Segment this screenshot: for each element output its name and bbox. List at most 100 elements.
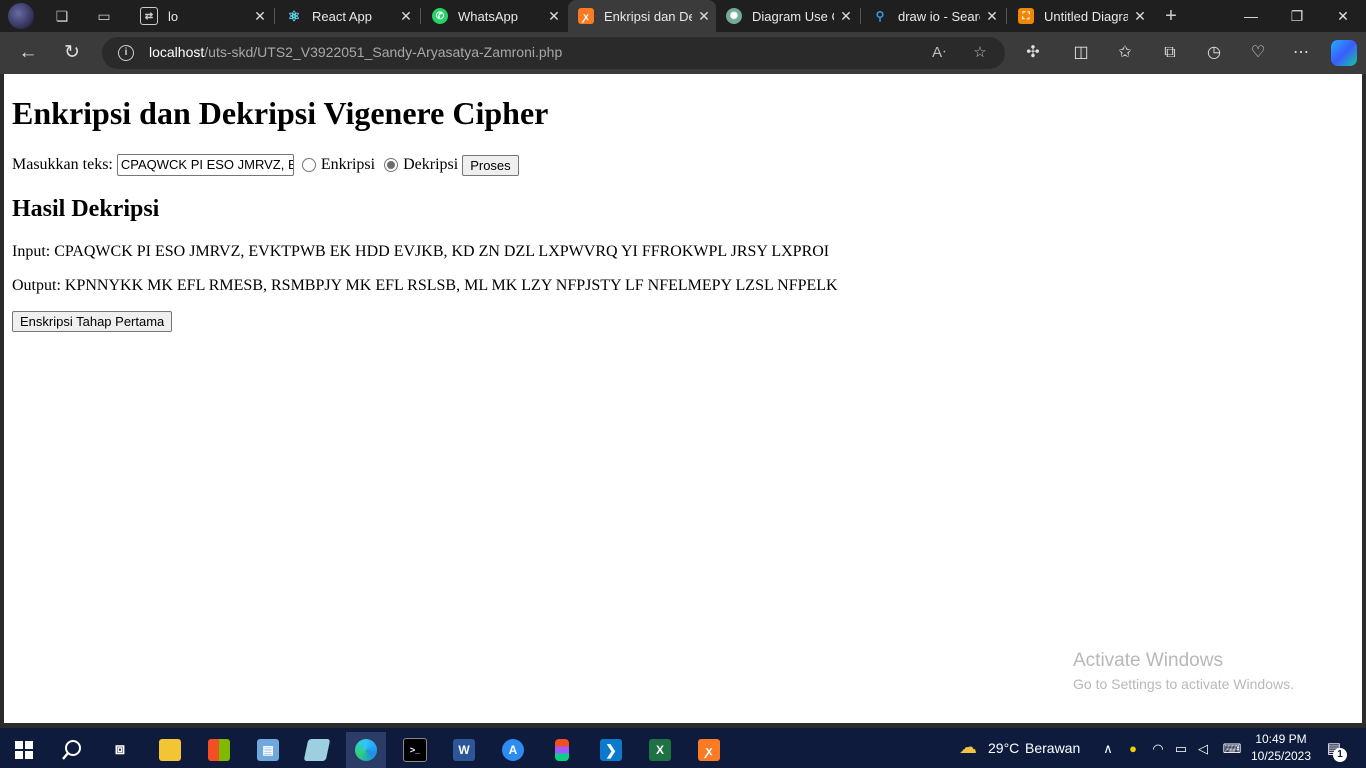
tab-title: Enkripsi dan Dekripsi bbox=[604, 8, 692, 24]
folder-icon bbox=[159, 739, 181, 761]
tab-enkripsi[interactable]: ꭗ Enkripsi dan Dekripsi ✕ bbox=[568, 0, 716, 32]
close-icon[interactable]: ✕ bbox=[980, 8, 1004, 25]
close-icon[interactable]: ✕ bbox=[248, 8, 272, 25]
radio-decrypt[interactable] bbox=[384, 158, 399, 172]
taskbar-figma[interactable] bbox=[542, 732, 582, 768]
tab-title: Diagram Use Case bbox=[752, 8, 834, 24]
close-icon[interactable]: ✕ bbox=[394, 8, 418, 25]
keyboard-icon[interactable]: ⌨ bbox=[1220, 740, 1244, 758]
info-icon[interactable]: i bbox=[118, 45, 134, 61]
taskbar-store[interactable] bbox=[199, 732, 239, 768]
taskbar-network-app[interactable]: ▤ bbox=[248, 732, 288, 768]
extensions-icon[interactable]: ✣ bbox=[1022, 42, 1044, 64]
url-host: localhost bbox=[149, 44, 205, 60]
browser-toolbar: ← ↻ i localhost/uts-skd/UTS2_V3922051_Sa… bbox=[0, 32, 1366, 74]
close-icon[interactable]: ✕ bbox=[1128, 8, 1152, 25]
input-line: Input: CPAQWCK PI ESO JMRVZ, EVKTPWB EK … bbox=[12, 243, 830, 260]
task-view-button[interactable]: ⧈ bbox=[100, 732, 140, 768]
app-store-icon: A bbox=[502, 739, 524, 761]
close-icon[interactable]: ✕ bbox=[692, 8, 716, 25]
tab-actions-icon[interactable]: ▭ bbox=[94, 6, 114, 26]
weather-temp[interactable]: 29°C bbox=[988, 740, 1019, 756]
taskbar-xampp[interactable]: ꭗ bbox=[689, 732, 729, 768]
workspaces-icon[interactable]: ❏ bbox=[52, 6, 72, 26]
weather-desc[interactable]: Berawan bbox=[1025, 740, 1080, 756]
tab-diagram-use-case[interactable]: ✺ Diagram Use Case ✕ bbox=[716, 0, 858, 32]
notification-badge: 1 bbox=[1333, 748, 1347, 762]
read-aloud-icon[interactable]: Aᐧ bbox=[929, 43, 949, 63]
tab-untitled-diagram[interactable]: ⛶ Untitled Diagram ✕ bbox=[1008, 0, 1152, 32]
taskbar-excel[interactable]: X bbox=[640, 732, 680, 768]
chatgpt-icon: ✺ bbox=[726, 8, 742, 24]
taskbar-edge[interactable] bbox=[346, 732, 386, 768]
close-window-icon[interactable]: ✕ bbox=[1320, 0, 1366, 32]
new-tab-icon[interactable]: + bbox=[1161, 6, 1181, 26]
split-screen-icon[interactable]: ◫ bbox=[1070, 42, 1092, 64]
windows-taskbar: ⧈ ▤ >_ W A ❯ X ꭗ ☁ 29°C Berawan ∧ ● ◠ ▭ … bbox=[0, 728, 1366, 768]
volume-icon[interactable]: ◁ bbox=[1194, 740, 1212, 758]
radio-decrypt-label: Dekripsi bbox=[403, 156, 459, 173]
copilot-icon[interactable] bbox=[1331, 40, 1357, 66]
search-button[interactable] bbox=[52, 732, 92, 768]
taskbar-notes-app[interactable] bbox=[297, 732, 337, 768]
output-line: Output: KPNNYKK MK EFL RMESB, RSMBPJY MK… bbox=[12, 277, 838, 294]
clock[interactable]: 10:49 PM 10/25/2023 bbox=[1246, 731, 1316, 765]
word-icon: W bbox=[453, 739, 475, 761]
battery-icon[interactable]: ▭ bbox=[1172, 740, 1190, 758]
drawio-icon: ⛶ bbox=[1018, 8, 1034, 24]
radio-encrypt[interactable] bbox=[301, 158, 316, 172]
favorites-icon[interactable]: ✩ bbox=[1114, 42, 1136, 64]
restore-icon[interactable]: ❐ bbox=[1274, 0, 1320, 32]
tab-draw-io-search[interactable]: ⚲ draw io - Search ✕ bbox=[862, 0, 1004, 32]
tab-title: draw io - Search bbox=[898, 8, 980, 24]
tab-title: React App bbox=[312, 8, 372, 24]
react-icon: ⚛ bbox=[287, 7, 301, 24]
profile-avatar[interactable] bbox=[8, 3, 34, 29]
tab-title: lo bbox=[168, 8, 179, 24]
taskbar-app-store[interactable]: A bbox=[493, 732, 533, 768]
minimize-icon[interactable]: — bbox=[1228, 0, 1274, 32]
wifi-icon[interactable]: ◠ bbox=[1149, 740, 1167, 758]
excel-icon: X bbox=[649, 739, 671, 761]
url-text[interactable]: localhost/uts-skd/UTS2_V3922051_Sandy-Ar… bbox=[149, 44, 562, 60]
vscode-icon: ❯ bbox=[600, 739, 622, 761]
tab-strip: ❏ ▭ ⇄ lo ✕ ⚛ React App ✕ ✆ WhatsApp ✕ ꭗ … bbox=[0, 0, 1366, 32]
collections-icon[interactable]: ⧉ bbox=[1159, 42, 1181, 64]
first-stage-button[interactable]: Enskripsi Tahap Pertama bbox=[12, 311, 173, 332]
xampp-icon: ꭗ bbox=[698, 739, 720, 761]
tab-title: Untitled Diagram bbox=[1044, 8, 1128, 24]
tab-lo[interactable]: ⇄ lo ✕ bbox=[130, 0, 272, 32]
weather-icon[interactable]: ☁ bbox=[956, 738, 980, 756]
watermark-title: Activate Windows bbox=[1073, 650, 1223, 671]
taskbar-vscode[interactable]: ❯ bbox=[591, 732, 631, 768]
start-button[interactable] bbox=[4, 732, 44, 768]
tab-react-app[interactable]: ⚛ React App ✕ bbox=[276, 0, 418, 32]
more-options-icon[interactable]: ⋯ bbox=[1290, 42, 1312, 64]
show-hidden-icons-chevron-icon[interactable]: ∧ bbox=[1099, 740, 1117, 758]
close-icon[interactable]: ✕ bbox=[834, 8, 858, 25]
whatsapp-icon: ✆ bbox=[432, 8, 448, 24]
task-view-icon: ⧈ bbox=[114, 741, 126, 758]
text-input[interactable]: CPAQWCK PI ESO JMRVZ, EVKTPWB EK HDD EVJ… bbox=[116, 154, 294, 176]
close-icon[interactable]: ✕ bbox=[542, 8, 566, 25]
windows-logo-icon bbox=[15, 741, 33, 759]
update-badge-icon[interactable]: ● bbox=[1124, 740, 1142, 758]
search-icon bbox=[62, 740, 81, 760]
favorite-star-icon[interactable]: ☆ bbox=[970, 43, 990, 63]
performance-icon[interactable]: ♡ bbox=[1247, 42, 1269, 64]
taskbar-file-explorer[interactable] bbox=[150, 732, 190, 768]
address-bar[interactable]: i localhost/uts-skd/UTS2_V3922051_Sandy-… bbox=[102, 37, 1005, 69]
proses-button[interactable]: Proses bbox=[462, 154, 519, 176]
notes-icon bbox=[303, 739, 331, 761]
terminal-icon: >_ bbox=[403, 738, 427, 762]
page-title: Enkripsi dan Dekripsi Vigenere Cipher bbox=[12, 95, 549, 131]
history-icon[interactable]: ◷ bbox=[1203, 42, 1225, 64]
tab-whatsapp[interactable]: ✆ WhatsApp ✕ bbox=[422, 0, 566, 32]
page-viewport: Enkripsi dan Dekripsi Vigenere Cipher Ma… bbox=[4, 74, 1362, 723]
page-icon: ⇄ bbox=[140, 7, 158, 25]
refresh-icon[interactable]: ↻ bbox=[60, 41, 84, 65]
text-label: Masukkan teks: bbox=[12, 156, 113, 173]
back-icon[interactable]: ← bbox=[16, 41, 40, 65]
taskbar-terminal[interactable]: >_ bbox=[395, 732, 435, 768]
taskbar-word[interactable]: W bbox=[444, 732, 484, 768]
